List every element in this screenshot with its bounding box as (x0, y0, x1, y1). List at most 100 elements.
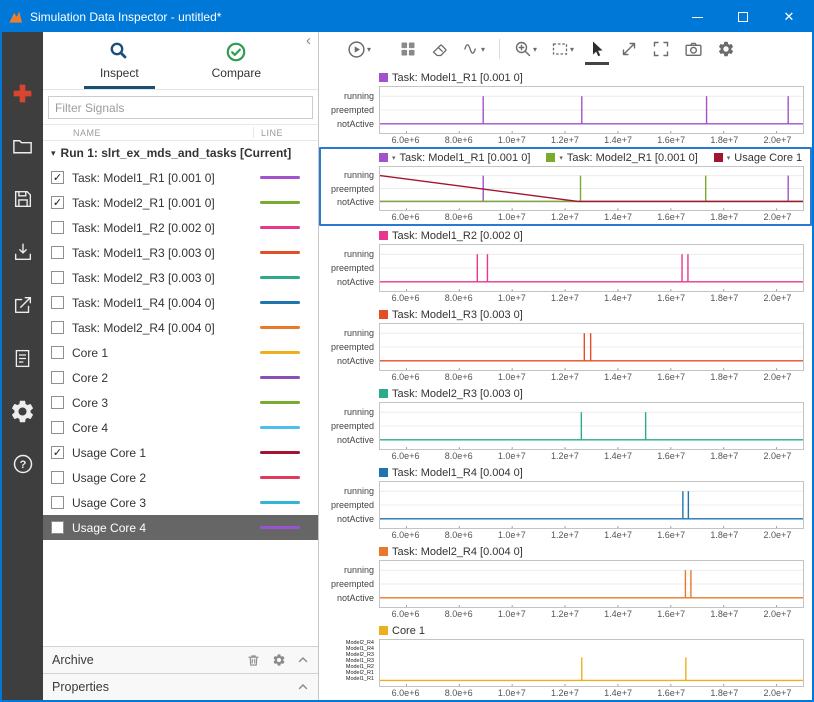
signal-row[interactable]: Usage Core 2 (43, 465, 318, 490)
signal-row[interactable]: Core 3 (43, 390, 318, 415)
signal-checkbox[interactable] (51, 496, 64, 509)
signal-row[interactable]: Core 1 (43, 340, 318, 365)
signal-row[interactable]: Usage Core 3 (43, 490, 318, 515)
signal-row[interactable]: Task: Model1_R4 [0.004 0] (43, 290, 318, 315)
archive-bar[interactable]: Archive (43, 646, 318, 673)
signal-row[interactable]: Task: Model2_R3 [0.003 0] (43, 265, 318, 290)
save-button[interactable] (8, 184, 38, 214)
zoom-in-button[interactable]: ▾ (514, 40, 537, 58)
signal-checkbox[interactable] (51, 346, 64, 359)
chart-panel[interactable]: ▾Task: Model1_R1 [0.001 0] ▾Task: Model2_… (319, 147, 812, 226)
legend-entry[interactable]: Task: Model1_R4 [0.004 0] (379, 467, 523, 479)
tab-compare[interactable]: Compare (196, 41, 277, 89)
collapse-sidebar-icon[interactable]: ‹ (306, 34, 311, 48)
help-button[interactable]: ? (8, 449, 38, 479)
plot-area[interactable] (379, 639, 804, 687)
collapse-properties-icon[interactable] (297, 681, 309, 693)
column-divider (253, 127, 254, 138)
legend-entry[interactable]: ▾Task: Model1_R1 [0.001 0] (379, 152, 530, 164)
signal-checkbox[interactable] (51, 371, 64, 384)
signal-row[interactable]: Core 4 (43, 415, 318, 440)
save-icon (12, 188, 34, 210)
chart-panel[interactable]: Task: Model1_R4 [0.004 0]runningpreempte… (319, 463, 812, 542)
legend-dropdown-icon[interactable]: ▾ (392, 154, 396, 162)
playback-button[interactable]: ▾ (347, 40, 371, 59)
export-button[interactable] (8, 290, 38, 320)
filter-signals-input[interactable] (48, 96, 313, 119)
signal-row[interactable]: Task: Model2_R4 [0.004 0] (43, 315, 318, 340)
expand-axes-button[interactable] (620, 40, 638, 58)
legend-entry[interactable]: Task: Model1_R2 [0.002 0] (379, 230, 523, 242)
signal-checkbox[interactable]: ✓ (51, 171, 64, 184)
plot-area[interactable] (379, 86, 804, 134)
y-axis-label: running (344, 486, 374, 496)
plot-area[interactable] (379, 402, 804, 450)
x-axis-tick-label: 1.0e+7 (498, 293, 526, 303)
signal-row[interactable]: Core 2 (43, 365, 318, 390)
tab-inspect[interactable]: Inspect (84, 41, 155, 89)
signal-row[interactable]: Usage Core 4 (43, 515, 318, 540)
signal-checkbox[interactable]: ✓ (51, 446, 64, 459)
legend-entry[interactable]: Task: Model2_R3 [0.003 0] (379, 388, 523, 400)
signal-row[interactable]: Task: Model1_R2 [0.002 0] (43, 215, 318, 240)
signal-row[interactable]: ✓Task: Model1_R1 [0.001 0] (43, 165, 318, 190)
signal-checkbox[interactable] (51, 396, 64, 409)
legend-dropdown-icon[interactable]: ▾ (727, 154, 731, 162)
legend-entry[interactable]: Task: Model1_R3 [0.003 0] (379, 309, 523, 321)
minimize-button[interactable] (674, 2, 720, 32)
chart-panel[interactable]: Core 1Model2_R4Model1_R4Model2_R3Model1_… (319, 621, 812, 700)
plot-settings-button[interactable] (717, 40, 735, 58)
create-report-button[interactable] (8, 343, 38, 373)
plot-area[interactable] (379, 481, 804, 529)
clear-plots-button[interactable] (431, 40, 449, 58)
signal-checkbox[interactable] (51, 296, 64, 309)
chart-panel[interactable]: Task: Model1_R2 [0.002 0]runningpreempte… (319, 226, 812, 305)
signals-menu-button[interactable]: ▾ (463, 40, 485, 58)
maximize-button[interactable] (720, 2, 766, 32)
legend-entry[interactable]: ▾Task: Model2_R1 [0.001 0] (546, 152, 697, 164)
legend-entry[interactable]: Core 1 (379, 625, 425, 637)
legend-dropdown-icon[interactable]: ▾ (559, 154, 563, 162)
close-button[interactable]: ✕ (766, 2, 812, 32)
signal-checkbox[interactable] (51, 521, 64, 534)
signal-checkbox[interactable] (51, 471, 64, 484)
signal-row[interactable]: Task: Model1_R3 [0.003 0] (43, 240, 318, 265)
subplots-layout-button[interactable] (399, 40, 417, 58)
legend-label: Task: Model1_R1 [0.001 0] (392, 72, 523, 84)
open-button[interactable] (8, 131, 38, 161)
add-button[interactable] (8, 78, 38, 108)
plot-area[interactable] (379, 323, 804, 371)
signal-checkbox[interactable] (51, 421, 64, 434)
plot-area[interactable] (379, 244, 804, 292)
signal-checkbox[interactable] (51, 271, 64, 284)
signal-row[interactable]: ✓Usage Core 1 (43, 440, 318, 465)
tab-inspect-label: Inspect (100, 66, 139, 80)
legend-entry[interactable]: Task: Model1_R1 [0.001 0] (379, 72, 523, 84)
signal-checkbox[interactable] (51, 221, 64, 234)
import-button[interactable] (8, 237, 38, 267)
pointer-button[interactable] (588, 40, 606, 58)
fit-to-view-button[interactable] (652, 40, 670, 58)
legend-entry[interactable]: Task: Model2_R4 [0.004 0] (379, 546, 523, 558)
preferences-button[interactable] (8, 396, 38, 426)
legend-entry[interactable]: ▾Usage Core 1 (714, 152, 802, 164)
chart-panel[interactable]: Task: Model2_R3 [0.003 0]runningpreempte… (319, 384, 812, 463)
collapse-archive-icon[interactable] (297, 654, 309, 666)
signal-checkbox[interactable] (51, 321, 64, 334)
chart-panel[interactable]: Task: Model1_R3 [0.003 0]runningpreempte… (319, 305, 812, 384)
x-axis-tick-label: 6.0e+6 (392, 372, 420, 382)
archive-settings-icon[interactable] (272, 653, 286, 667)
signal-checkbox[interactable]: ✓ (51, 196, 64, 209)
trash-icon[interactable] (246, 653, 261, 668)
snapshot-button[interactable] (684, 40, 703, 59)
chart-panel[interactable]: Task: Model2_R4 [0.004 0]runningpreempte… (319, 542, 812, 621)
window-controls: ✕ (674, 2, 812, 32)
plot-area[interactable] (379, 166, 804, 211)
signal-row[interactable]: ✓Task: Model2_R1 [0.001 0] (43, 190, 318, 215)
signal-checkbox[interactable] (51, 246, 64, 259)
plot-area[interactable] (379, 560, 804, 608)
properties-bar[interactable]: Properties (43, 673, 318, 700)
chart-panel[interactable]: Task: Model1_R1 [0.001 0]runningpreempte… (319, 68, 812, 147)
zoom-region-button[interactable]: ▾ (551, 40, 574, 58)
run-group-row[interactable]: ▾ Run 1: slrt_ex_mds_and_tasks [Current] (43, 141, 318, 165)
